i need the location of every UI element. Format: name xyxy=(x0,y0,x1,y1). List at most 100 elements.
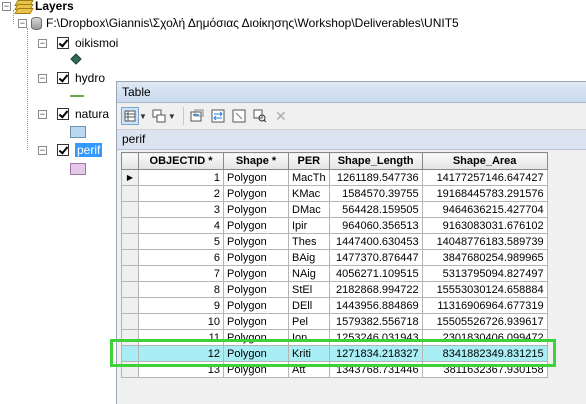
cell-shape-length[interactable]: 1261189.547736 xyxy=(328,169,423,186)
cell-shape[interactable]: Polygon xyxy=(223,345,289,362)
cell-objectid[interactable]: 4 xyxy=(138,217,224,234)
column-header-shape[interactable]: Shape * xyxy=(223,152,289,170)
column-header-per[interactable]: PER xyxy=(288,152,330,170)
layer-name[interactable]: perif xyxy=(75,143,103,157)
select-by-attributes-icon[interactable] xyxy=(188,107,206,125)
table-row[interactable]: 6 Polygon BAig 1477370.876447 3847680254.989… xyxy=(121,249,548,266)
cell-shape-area[interactable]: 3847680254.989965 xyxy=(421,249,548,266)
cell-shape[interactable]: Polygon xyxy=(223,297,289,314)
cell-shape-area[interactable]: 11316906964.677319 xyxy=(421,297,548,314)
cell-shape-length[interactable]: 1443956.884869 xyxy=(328,297,423,314)
cell-shape-length[interactable]: 4056271.109515 xyxy=(328,265,423,282)
row-selector[interactable] xyxy=(121,297,139,314)
cell-shape-area[interactable]: 15553030124.658884 xyxy=(421,281,548,298)
cell-shape[interactable]: Polygon xyxy=(223,201,289,218)
dropdown-arrow-icon[interactable]: ▼ xyxy=(139,112,147,121)
cell-shape-area[interactable]: 3811632367.930158 xyxy=(421,361,548,378)
layer-row-oikismoi[interactable]: − oikismoi xyxy=(38,34,118,52)
cell-objectid[interactable]: 12 xyxy=(138,345,224,362)
cell-shape[interactable]: Polygon xyxy=(223,185,289,202)
cell-objectid[interactable]: 13 xyxy=(138,361,224,378)
cell-objectid[interactable]: 7 xyxy=(138,265,224,282)
cell-per[interactable]: KMac xyxy=(288,185,330,202)
table-row[interactable]: 9 Polygon DEll 1443956.884869 11316906964.67… xyxy=(121,297,548,314)
table-tab-perif[interactable]: perif xyxy=(117,130,586,150)
collapse-icon[interactable]: − xyxy=(38,145,47,155)
table-row[interactable]: 11 Polygon Ion 1253246.031943 2301830406.099… xyxy=(121,329,548,346)
layer-visibility-checkbox[interactable] xyxy=(57,72,69,84)
cell-per[interactable]: Ipir xyxy=(288,217,330,234)
row-selector[interactable] xyxy=(121,329,139,346)
layer-row-perif[interactable]: − perif xyxy=(38,141,103,159)
table-options-icon[interactable] xyxy=(121,107,139,125)
cell-objectid[interactable]: 3 xyxy=(138,201,224,218)
row-selector[interactable] xyxy=(121,233,139,250)
cell-shape-area[interactable]: 14048776183.589739 xyxy=(421,233,548,250)
cell-shape[interactable]: Polygon xyxy=(223,169,289,186)
cell-objectid[interactable]: 9 xyxy=(138,297,224,314)
cell-shape-length[interactable]: 2182868.994722 xyxy=(328,281,423,298)
switch-selection-icon[interactable] xyxy=(209,107,227,125)
layer-name[interactable]: hydro xyxy=(75,71,105,85)
table-row[interactable]: 5 Polygon Thes 1447400.630453 14048776183.58… xyxy=(121,233,548,250)
cell-per[interactable]: BAig xyxy=(288,249,330,266)
cell-objectid[interactable]: 8 xyxy=(138,281,224,298)
column-header-shape-area[interactable]: Shape_Area xyxy=(421,152,548,170)
cell-shape-area[interactable]: 14177257146.647427 xyxy=(421,169,548,186)
layer-name[interactable]: oikismoi xyxy=(75,36,118,50)
cell-shape-length[interactable]: 964060.356513 xyxy=(328,217,423,234)
cell-shape-length[interactable]: 1579382.556718 xyxy=(328,313,423,330)
cell-per[interactable]: Att xyxy=(288,361,330,378)
table-row[interactable]: 2 Polygon KMac 1584570.39755 19168445783.291… xyxy=(121,185,548,202)
cell-per[interactable]: Kriti xyxy=(288,345,330,362)
table-row[interactable]: 4 Polygon Ipir 964060.356513 9163083031.6761… xyxy=(121,217,548,234)
table-row[interactable]: 13 Polygon Att 1343768.731446 3811632367.930… xyxy=(121,361,548,378)
table-row[interactable]: 12 Polygon Kriti 1271834.218327 8341882349.8… xyxy=(121,345,548,362)
layer-visibility-checkbox[interactable] xyxy=(57,108,69,120)
row-selector[interactable] xyxy=(121,185,139,202)
table-row[interactable]: 10 Polygon Pel 1579382.556718 15505526726.93… xyxy=(121,313,548,330)
cell-per[interactable]: DEll xyxy=(288,297,330,314)
cell-shape[interactable]: Polygon xyxy=(223,361,289,378)
cell-per[interactable]: Thes xyxy=(288,233,330,250)
toc-root-row[interactable]: − Layers xyxy=(2,0,74,15)
cell-shape-length[interactable]: 1271834.218327 xyxy=(328,345,423,362)
current-row-arrow-icon[interactable]: ▶ xyxy=(121,169,139,186)
cell-objectid[interactable]: 5 xyxy=(138,233,224,250)
row-selector[interactable] xyxy=(121,281,139,298)
delete-selected-icon[interactable]: ✕ xyxy=(272,107,290,125)
cell-per[interactable]: StEl xyxy=(288,281,330,298)
row-selector[interactable] xyxy=(121,249,139,266)
corner-cell[interactable] xyxy=(121,152,139,170)
column-header-shape-length[interactable]: Shape_Length xyxy=(328,152,423,170)
cell-per[interactable]: Ion xyxy=(288,329,330,346)
cell-per[interactable]: NAig xyxy=(288,265,330,282)
table-row[interactable]: 7 Polygon NAig 4056271.109515 5313795094.827… xyxy=(121,265,548,282)
collapse-icon[interactable]: − xyxy=(2,1,11,11)
collapse-icon[interactable]: − xyxy=(38,73,47,83)
cell-shape-area[interactable]: 19168445783.291576 xyxy=(421,185,548,202)
row-selector[interactable] xyxy=(121,265,139,282)
cell-shape-area[interactable]: 9464636215.427704 xyxy=(421,201,548,218)
cell-per[interactable]: Pel xyxy=(288,313,330,330)
layer-visibility-checkbox[interactable] xyxy=(57,144,69,156)
layer-visibility-checkbox[interactable] xyxy=(57,37,69,49)
cell-per[interactable]: MacTh xyxy=(288,169,330,186)
cell-shape-length[interactable]: 1477370.876447 xyxy=(328,249,423,266)
table-row[interactable]: 8 Polygon StEl 2182868.994722 15553030124.65… xyxy=(121,281,548,298)
cell-shape-length[interactable]: 564428.159505 xyxy=(328,201,423,218)
zoom-to-selected-icon[interactable] xyxy=(251,107,269,125)
row-selector[interactable] xyxy=(121,345,139,362)
collapse-icon[interactable]: − xyxy=(18,18,27,28)
cell-shape[interactable]: Polygon xyxy=(223,217,289,234)
cell-shape-length[interactable]: 1343768.731446 xyxy=(328,361,423,378)
cell-shape-area[interactable]: 8341882349.831215 xyxy=(421,345,548,362)
related-tables-icon[interactable] xyxy=(150,107,168,125)
clear-selection-icon[interactable] xyxy=(230,107,248,125)
cell-objectid[interactable]: 2 xyxy=(138,185,224,202)
table-row[interactable]: ▶ 1 Polygon MacTh 1261189.547736 14177257146.… xyxy=(121,169,548,186)
cell-per[interactable]: DMac xyxy=(288,201,330,218)
row-selector[interactable] xyxy=(121,217,139,234)
dropdown-arrow-icon[interactable]: ▼ xyxy=(168,112,176,121)
window-title[interactable]: Table xyxy=(117,82,586,103)
